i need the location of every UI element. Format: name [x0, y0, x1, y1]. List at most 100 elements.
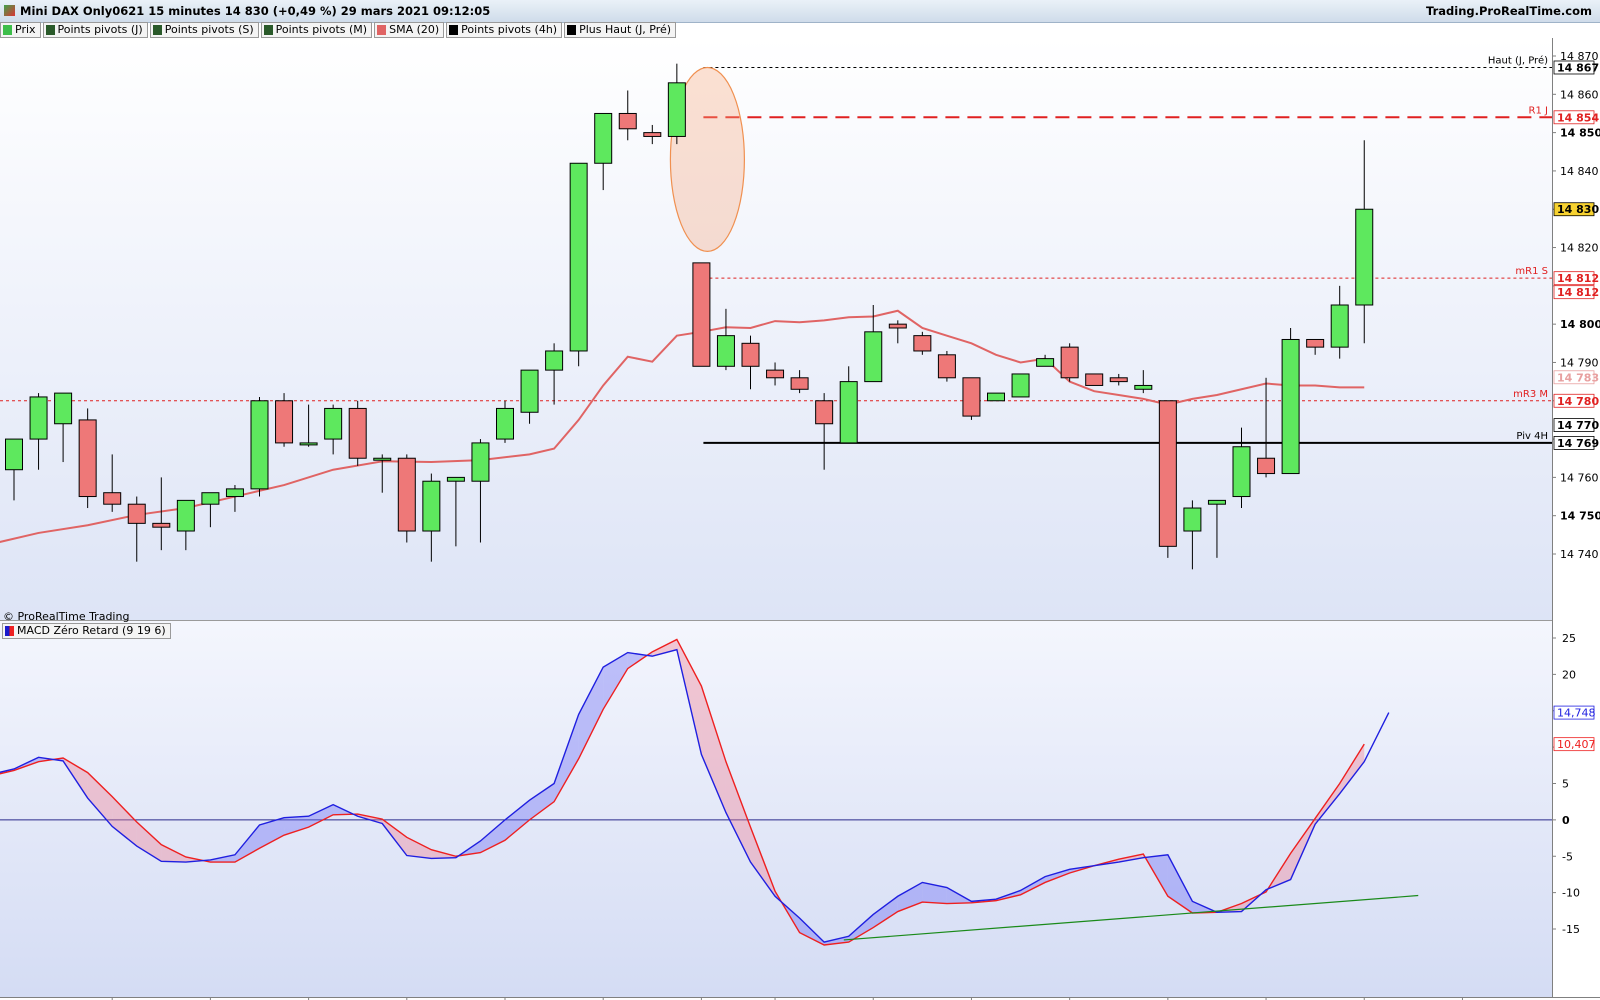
legend-item-1[interactable]: Points pivots (J) [42, 22, 148, 38]
candle-body [152, 522, 171, 528]
candle-body [766, 369, 785, 379]
candle-body [1134, 384, 1153, 390]
candle-body [1306, 338, 1325, 348]
candle-body [1183, 507, 1202, 532]
macd-tick-label: 20 [1562, 668, 1576, 681]
price-panel-background [0, 38, 1552, 620]
candle-body [1085, 373, 1104, 386]
price-tick-label: 14 850 [1560, 127, 1600, 140]
candle-body [422, 480, 441, 532]
candle-body [250, 400, 269, 490]
candle-body [127, 503, 146, 524]
price-tick-label: 14 860 [1560, 88, 1599, 101]
legend-item-2[interactable]: Points pivots (S) [149, 22, 259, 38]
legend-swatch-icon [263, 25, 273, 35]
candle-body [1109, 377, 1128, 383]
candle-body [201, 492, 220, 505]
candle-body [1257, 457, 1276, 475]
legend-swatch-icon [449, 25, 459, 35]
macd-tick-label: -5 [1562, 850, 1573, 863]
candle-body [618, 112, 637, 130]
candle-body [864, 331, 883, 383]
candle-body [1355, 208, 1374, 306]
candle-body [987, 392, 1005, 402]
candle-body [225, 488, 244, 498]
site-name: Trading.ProRealTime.com [1426, 4, 1592, 18]
legend-label: Plus Haut (J, Pré) [579, 23, 672, 36]
price-tick-label: 14 750 [1560, 510, 1600, 523]
candle-body [1232, 446, 1251, 498]
candle-body [643, 132, 662, 137]
level-tag: 14 854 [1557, 111, 1599, 124]
macd-value-tag: 14,748 [1557, 707, 1596, 720]
macd-tick-label: 25 [1562, 632, 1576, 645]
legend-item-4[interactable]: SMA (20) [374, 22, 445, 38]
legend-label: Points pivots (S) [164, 23, 254, 36]
candle-body [54, 392, 73, 425]
candle-body [176, 499, 195, 532]
legend-item-5[interactable]: Points pivots (4h) [446, 22, 563, 38]
level-tag: 14 780 [1557, 395, 1599, 408]
chart-area[interactable]: 14 740 14 750 14 760 14 790 14 800 14 820 14 8… [0, 38, 1600, 1000]
candle-body [1207, 499, 1226, 505]
level-tag: 14 830 [1557, 203, 1599, 216]
candle-body [299, 442, 318, 446]
pivot-label: R1 J [1529, 105, 1548, 116]
level-tag: 14 783 [1557, 371, 1599, 384]
macd-tick-label: -15 [1562, 923, 1580, 936]
chart-title: Mini DAX Only0621 15 minutes 14 830 (+0,… [20, 4, 491, 18]
pivot-label: Haut (J, Pré) [1488, 54, 1548, 66]
legend-item-3[interactable]: Points pivots (M) [260, 22, 373, 38]
legend-swatch-icon [3, 25, 12, 35]
title-bar: Mini DAX Only0621 15 minutes 14 830 (+0,… [0, 0, 1600, 23]
level-tag: 14 770 [1557, 419, 1599, 432]
candle-body [5, 438, 23, 471]
macd-legend-item[interactable]: MACD Zéro Retard (9 19 6) [2, 623, 171, 639]
candle-body [1158, 400, 1177, 547]
candle-body [545, 350, 564, 371]
candle-body [815, 400, 834, 425]
price-tick-label: 14 740 [1560, 548, 1599, 561]
legend-item-0[interactable]: Prix [0, 22, 41, 38]
candle-body [790, 377, 809, 390]
macd-tick-label: -10 [1562, 887, 1580, 900]
macd-legend-label: MACD Zéro Retard (9 19 6) [17, 624, 166, 637]
candle-body [1060, 346, 1079, 379]
candle-body [103, 492, 122, 505]
legend-label: Points pivots (M) [275, 23, 368, 36]
candle-body [962, 377, 981, 417]
candle-body [397, 457, 416, 532]
candle-body [839, 381, 858, 444]
candle-body [667, 82, 686, 137]
candle-body [29, 396, 48, 440]
legend-label: SMA (20) [389, 23, 440, 36]
candle-body [1011, 373, 1030, 398]
candle-body [741, 342, 760, 367]
macd-tick-label: 5 [1562, 778, 1569, 791]
legend-label: Points pivots (J) [57, 23, 143, 36]
candle-body [275, 400, 294, 444]
legend-label: Prix [15, 23, 36, 36]
candle-body [569, 162, 588, 352]
legend-swatch-icon [152, 25, 162, 35]
prt-logo-icon [4, 5, 15, 16]
legend-item-6[interactable]: Plus Haut (J, Pré) [564, 22, 677, 38]
level-tag: 14 812 [1557, 272, 1599, 285]
candle-body [692, 262, 711, 367]
pivot-label: mR1 S [1515, 266, 1548, 277]
candle-body [1036, 358, 1055, 367]
level-tag: 14 769 [1557, 437, 1599, 450]
price-tick-label: 14 800 [1560, 318, 1600, 331]
price-tick-label: 14 760 [1560, 471, 1599, 484]
legend-label: Points pivots (4h) [461, 23, 558, 36]
copyright-text: © ProRealTime Trading [3, 610, 130, 623]
candle-body [594, 112, 613, 164]
price-tick-label: 14 840 [1560, 165, 1599, 178]
candle-body [716, 335, 735, 367]
candle-body [937, 354, 956, 379]
candle-body [78, 419, 97, 498]
candle-body [446, 476, 465, 482]
level-tag: 14 867 [1557, 61, 1599, 74]
legend-swatch-icon [377, 25, 387, 35]
macd-swatch-icon [5, 626, 14, 636]
